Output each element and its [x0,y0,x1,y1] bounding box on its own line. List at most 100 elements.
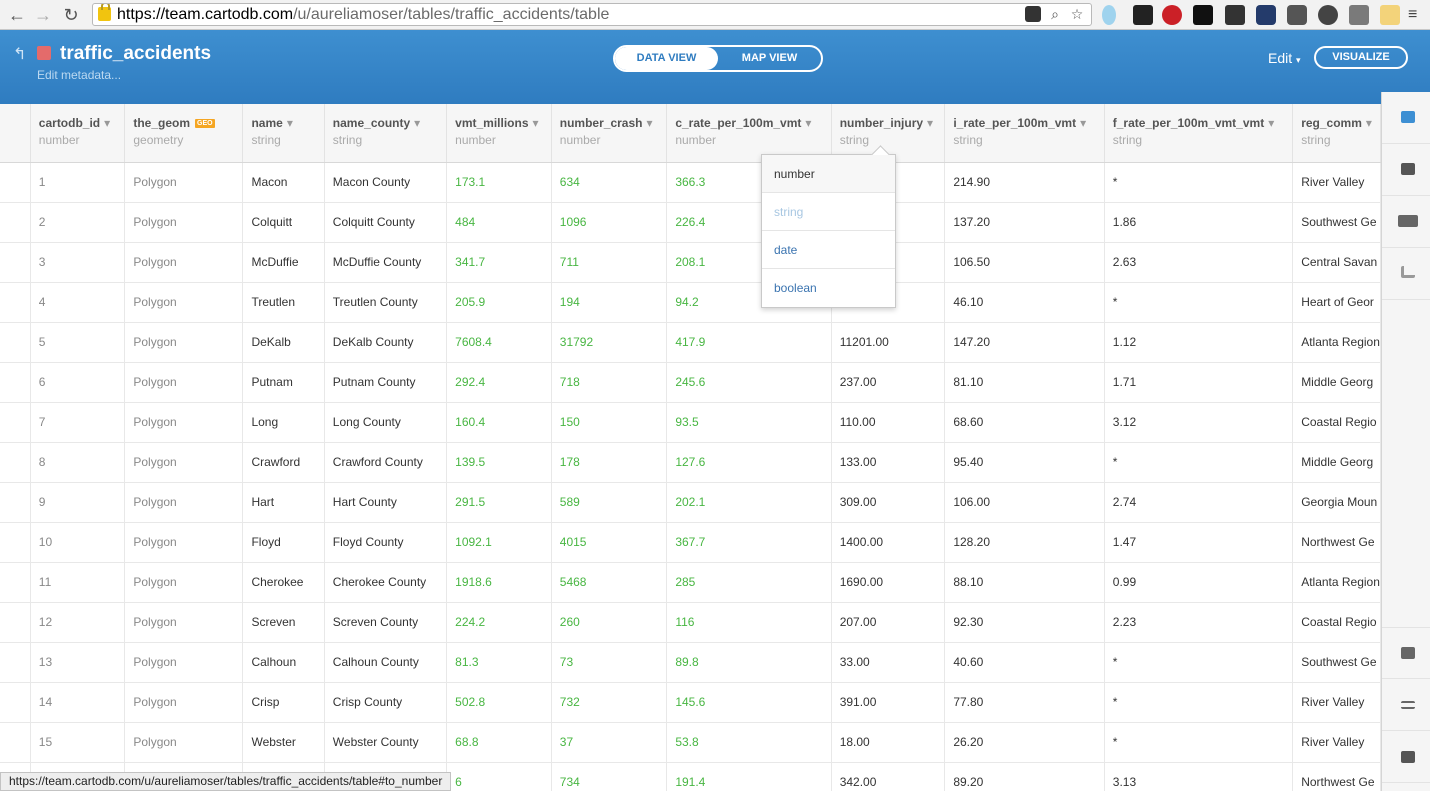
row-gutter[interactable] [0,522,31,563]
table-cell[interactable]: Southwest Ge [1292,642,1381,683]
table-cell[interactable]: Polygon [124,682,244,723]
pen-icon[interactable] [1349,5,1369,25]
merge-tool[interactable] [1382,627,1430,679]
back-arrow-icon[interactable]: ↰ [13,44,26,64]
table-cell[interactable]: 178 [551,442,668,483]
camera-icon[interactable] [1025,6,1041,22]
table-cell[interactable]: 147.20 [944,322,1105,363]
column-menu-chevron-icon[interactable]: ▾ [287,116,293,130]
column-menu-chevron-icon[interactable]: ▾ [646,116,652,130]
column-header-f-rate-per-100m-vmt-vmt[interactable]: f_rate_per_100m_vmt_vmt ▾ string [1104,104,1294,163]
table-cell[interactable]: 46.10 [944,282,1105,323]
table-cell[interactable]: 160.4 [446,402,552,443]
table-cell[interactable]: 173.1 [446,162,552,203]
column-menu-chevron-icon[interactable]: ▾ [533,116,539,130]
table-cell[interactable]: 484 [446,202,552,243]
table-cell[interactable]: 291.5 [446,482,552,523]
table-cell[interactable]: 734 [551,762,668,791]
row-gutter[interactable] [0,722,31,763]
table-cell[interactable]: 53.8 [666,722,832,763]
magnifier-icon[interactable]: ⌕ [1047,6,1063,22]
type-option-number[interactable]: number [762,155,895,193]
table-cell[interactable]: 0.99 [1104,562,1294,603]
data-view-tab[interactable]: DATA VIEW [615,47,718,70]
pinterest-icon[interactable] [1162,5,1182,25]
row-gutter[interactable] [0,162,31,203]
table-cell[interactable]: 4 [30,282,126,323]
table-cell[interactable]: 88.10 [944,562,1105,603]
table-cell[interactable]: 1690.00 [831,562,946,603]
table-cell[interactable]: * [1104,642,1294,683]
table-cell[interactable]: 194 [551,282,668,323]
table-cell[interactable]: Macon [242,162,325,203]
row-gutter[interactable] [0,602,31,643]
row-gutter[interactable] [0,322,31,363]
table-cell[interactable]: 106.00 [944,482,1105,523]
column-menu-chevron-icon[interactable]: ▾ [805,116,811,130]
table-cell[interactable]: 145.6 [666,682,832,723]
row-gutter[interactable] [0,682,31,723]
table-cell[interactable]: 8 [30,442,126,483]
pocket-icon[interactable] [1287,5,1307,25]
table-cell[interactable]: * [1104,682,1294,723]
table-cell[interactable]: 391.00 [831,682,946,723]
table-cell[interactable]: 81.3 [446,642,552,683]
table-cell[interactable]: 31792 [551,322,668,363]
column-type[interactable]: number [455,133,551,147]
table-cell[interactable]: Polygon [124,722,244,763]
table-cell[interactable]: 6 [30,362,126,403]
table-cell[interactable]: 207.00 [831,602,946,643]
table-cell[interactable]: 1400.00 [831,522,946,563]
table-cell[interactable]: Putnam [242,362,325,403]
table-cell[interactable]: 127.6 [666,442,832,483]
table-cell[interactable]: Screven [242,602,325,643]
table-cell[interactable]: 367.7 [666,522,832,563]
table-cell[interactable]: Webster [242,722,325,763]
column-type[interactable]: geometry [133,133,242,147]
table-cell[interactable]: 309.00 [831,482,946,523]
table-cell[interactable]: 133.00 [831,442,946,483]
table-cell[interactable]: Floyd [242,522,325,563]
column-type[interactable]: string [1113,133,1292,147]
row-gutter[interactable] [0,442,31,483]
at-icon[interactable] [1318,5,1338,25]
table-cell[interactable]: Hart County [324,482,448,523]
table-cell[interactable]: Polygon [124,202,244,243]
row-gutter[interactable] [0,362,31,403]
table-cell[interactable]: 191.4 [666,762,832,791]
table-cell[interactable]: 1.47 [1104,522,1294,563]
table-cell[interactable]: 342.00 [831,762,946,791]
table-cell[interactable]: * [1104,722,1294,763]
table-cell[interactable]: Middle Georg [1292,362,1381,403]
edit-metadata-link[interactable]: Edit metadata... [37,68,121,82]
table-cell[interactable]: 237.00 [831,362,946,403]
address-bar[interactable]: https://team.cartodb.com/u/aureliamoser/… [92,3,1092,26]
table-cell[interactable]: 68.8 [446,722,552,763]
table-cell[interactable]: 106.50 [944,242,1105,283]
table-cell[interactable]: DeKalb County [324,322,448,363]
table-cell[interactable]: 718 [551,362,668,403]
table-cell[interactable]: 5 [30,322,126,363]
table-cell[interactable]: Polygon [124,402,244,443]
visualize-button[interactable]: VISUALIZE [1314,46,1408,69]
table-cell[interactable]: 1.86 [1104,202,1294,243]
table-cell[interactable]: Macon County [324,162,448,203]
column-menu-chevron-icon[interactable]: ▾ [104,116,110,130]
back-icon[interactable]: ← [6,4,28,26]
table-cell[interactable]: Polygon [124,282,244,323]
column-type[interactable]: string [953,133,1103,147]
table-cell[interactable]: 3 [30,242,126,283]
table-cell[interactable]: River Valley [1292,682,1381,723]
table-cell[interactable]: Northwest Ge [1292,522,1381,563]
column-header-name[interactable]: name ▾ string [242,104,325,163]
table-cell[interactable]: Polygon [124,442,244,483]
table-cell[interactable]: Treutlen [242,282,325,323]
column-header-i-rate-per-100m-vmt[interactable]: i_rate_per_100m_vmt ▾ string [944,104,1105,163]
column-type[interactable]: string [333,133,446,147]
table-cell[interactable]: 634 [551,162,668,203]
column-type[interactable]: number [39,133,125,147]
table-cell[interactable]: 26.20 [944,722,1105,763]
row-gutter[interactable] [0,242,31,283]
table-cell[interactable]: * [1104,442,1294,483]
table-title[interactable]: traffic_accidents [60,43,211,65]
